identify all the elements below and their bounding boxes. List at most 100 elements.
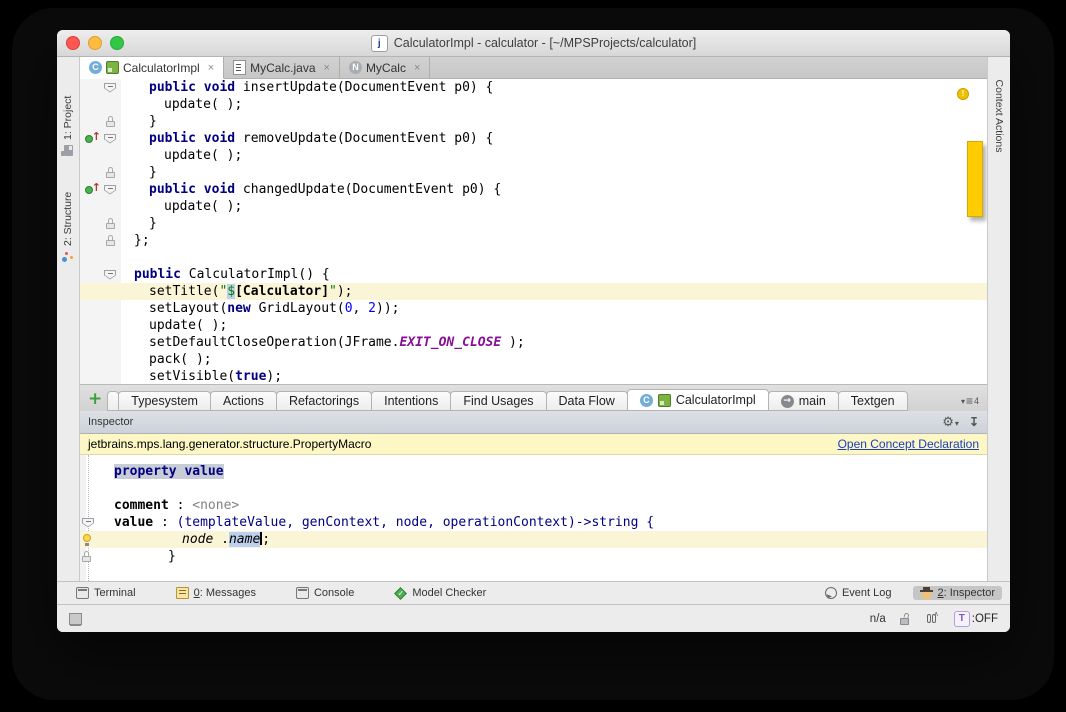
code-line[interactable]: public void removeUpdate(DocumentEvent p… — [80, 130, 987, 147]
code-text: public CalculatorImpl() { — [134, 267, 330, 282]
fold-marker-icon[interactable] — [82, 518, 94, 528]
code-text: property value — [114, 464, 224, 479]
code-text: value : (templateValue, genContext, node… — [114, 515, 655, 530]
code-line[interactable]: update( ); — [80, 147, 987, 164]
close-icon[interactable]: × — [208, 62, 214, 74]
code-line[interactable] — [80, 249, 987, 266]
toolwindow-button-model-checker[interactable]: Model Checker — [387, 586, 493, 601]
aspect-tab-typesystem[interactable]: Typesystem — [118, 391, 211, 411]
code-line[interactable]: public CalculatorImpl() { — [80, 266, 987, 283]
gutter — [80, 368, 121, 384]
toolwindow-toggle-icon[interactable] — [69, 612, 82, 625]
code-line[interactable]: } — [80, 164, 987, 181]
hidden-tabs-dropdown[interactable]: ▾ ≡ 4 — [961, 394, 979, 408]
code-line[interactable]: setLayout(new GridLayout(0, 2)); — [80, 300, 987, 317]
code-line[interactable] — [80, 480, 987, 497]
gutter — [80, 249, 121, 266]
tool-button-label: 2: Structure — [62, 191, 74, 246]
editor-tab-calculatorimpl[interactable]: CalculatorImpl × — [80, 57, 225, 79]
aspect-tab-refactorings[interactable]: Refactorings — [275, 391, 373, 411]
fold-marker-icon[interactable] — [104, 185, 116, 195]
intention-bulb-icon[interactable] — [82, 533, 93, 546]
toolwindow-button-label: Console — [313, 587, 355, 599]
toolwindow-button-event-log[interactable]: Event Log — [818, 586, 899, 600]
code-text: setLayout(new GridLayout(0, 2)); — [149, 301, 400, 316]
code-line[interactable]: update( ); — [80, 198, 987, 215]
code-text: public void removeUpdate(DocumentEvent p… — [149, 131, 494, 146]
fold-marker-icon[interactable] — [104, 270, 116, 280]
lock-icon — [106, 235, 116, 246]
close-icon[interactable]: × — [414, 62, 420, 74]
code-line[interactable]: property value — [80, 463, 987, 480]
fold-marker-icon[interactable] — [104, 83, 116, 93]
aspect-tab-find-usages[interactable]: Find Usages — [450, 391, 547, 411]
code-line[interactable]: public void insertUpdate(DocumentEvent p… — [80, 79, 987, 96]
tool-button-label: Context Actions — [993, 79, 1005, 153]
gutter — [80, 283, 121, 300]
code-line[interactable]: setVisible(true); — [80, 368, 987, 384]
minimize-window-button[interactable] — [88, 36, 102, 50]
structure-icon — [62, 251, 74, 263]
inspector-editor[interactable]: property value comment : <none> value : (t… — [80, 455, 987, 581]
lock-icon — [82, 551, 92, 562]
messages-icon — [175, 587, 189, 599]
code-line[interactable]: pack( ); — [80, 351, 987, 368]
code-line[interactable]: } — [80, 548, 987, 565]
fold-marker-icon[interactable] — [104, 134, 116, 144]
console-icon — [295, 587, 309, 599]
toolwindow-button-0-messages[interactable]: 0: Messages — [169, 586, 263, 600]
tool-button-project[interactable]: 1: Project — [58, 66, 78, 156]
code-line[interactable]: public void changedUpdate(DocumentEvent … — [80, 181, 987, 198]
gear-icon[interactable] — [942, 413, 959, 431]
toolwindow-button-console[interactable]: Console — [289, 586, 361, 600]
code-line[interactable]: } — [80, 215, 987, 232]
hide-panel-icon[interactable] — [969, 413, 979, 431]
code-line[interactable]: setDefaultCloseOperation(JFrame.EXIT_ON_… — [80, 334, 987, 351]
open-concept-declaration-link[interactable]: Open Concept Declaration — [838, 437, 979, 451]
tab-label: CalculatorImpl — [675, 393, 756, 407]
editor-tab-mycalc[interactable]: MyCalc × — [340, 57, 431, 78]
code-text: update( ); — [149, 318, 228, 333]
close-window-button[interactable] — [66, 36, 80, 50]
concept-bar: jetbrains.mps.lang.generator.structure.P… — [80, 434, 987, 455]
window-titlebar[interactable]: j CalculatorImpl - calculator - [~/MPSPr… — [57, 30, 1010, 57]
code-text: setTitle("$[Calculator]"); — [149, 284, 353, 299]
code-line[interactable]: setTitle("$[Calculator]"); — [80, 283, 987, 300]
code-analysis-warning-icon[interactable] — [957, 88, 969, 100]
tool-button-structure[interactable]: 2: Structure — [58, 173, 78, 263]
aspect-tab-data-flow[interactable]: Data Flow — [545, 391, 628, 411]
code-line[interactable]: value : (templateValue, genContext, node… — [80, 514, 987, 531]
tool-button-context-actions[interactable]: Context Actions — [989, 61, 1009, 171]
zoom-window-button[interactable] — [110, 36, 124, 50]
add-aspect-button[interactable]: + — [88, 388, 102, 410]
aspect-tab-intentions[interactable]: Intentions — [371, 391, 452, 411]
aspect-tab-main[interactable]: main — [767, 391, 839, 411]
hector-icon — [919, 587, 933, 599]
code-text: pack( ); — [149, 352, 212, 367]
implementing-method-icon[interactable] — [85, 182, 102, 196]
concept-name: jetbrains.mps.lang.generator.structure.P… — [88, 437, 372, 451]
implementing-method-icon[interactable] — [85, 131, 102, 145]
gutter — [80, 334, 121, 351]
editor-tab-mycalc-java[interactable]: MyCalc.java × — [224, 57, 340, 78]
typesystem-status[interactable]: T :OFF — [953, 610, 998, 627]
code-editor[interactable]: public void insertUpdate(DocumentEvent p… — [80, 79, 987, 384]
code-line[interactable]: }; — [80, 232, 987, 249]
code-line[interactable]: comment : <none> — [80, 497, 987, 514]
toolwindow-button-2-inspector[interactable]: 2: Inspector — [912, 586, 1002, 600]
aspect-tab-calculatorimpl[interactable]: CalculatorImpl — [626, 389, 769, 411]
concept-icon — [106, 61, 119, 74]
code-line[interactable]: } — [80, 113, 987, 130]
code-text: setDefaultCloseOperation(JFrame.EXIT_ON_… — [149, 335, 525, 350]
aspect-tab-textgen[interactable]: Textgen — [837, 391, 908, 411]
ide-window: j CalculatorImpl - calculator - [~/MPSPr… — [57, 30, 1010, 632]
close-icon[interactable]: × — [324, 62, 330, 74]
lock-open-icon[interactable] — [899, 613, 911, 625]
highlighting-level-icon[interactable] — [925, 610, 940, 625]
code-line[interactable]: node .name; — [80, 531, 987, 548]
toolwindow-button-terminal[interactable]: Terminal — [69, 586, 143, 600]
code-line[interactable]: update( ); — [80, 96, 987, 113]
aspect-tab-actions[interactable]: Actions — [209, 391, 277, 411]
code-line[interactable]: update( ); — [80, 317, 987, 334]
error-stripe-warning-mark[interactable] — [967, 141, 983, 217]
